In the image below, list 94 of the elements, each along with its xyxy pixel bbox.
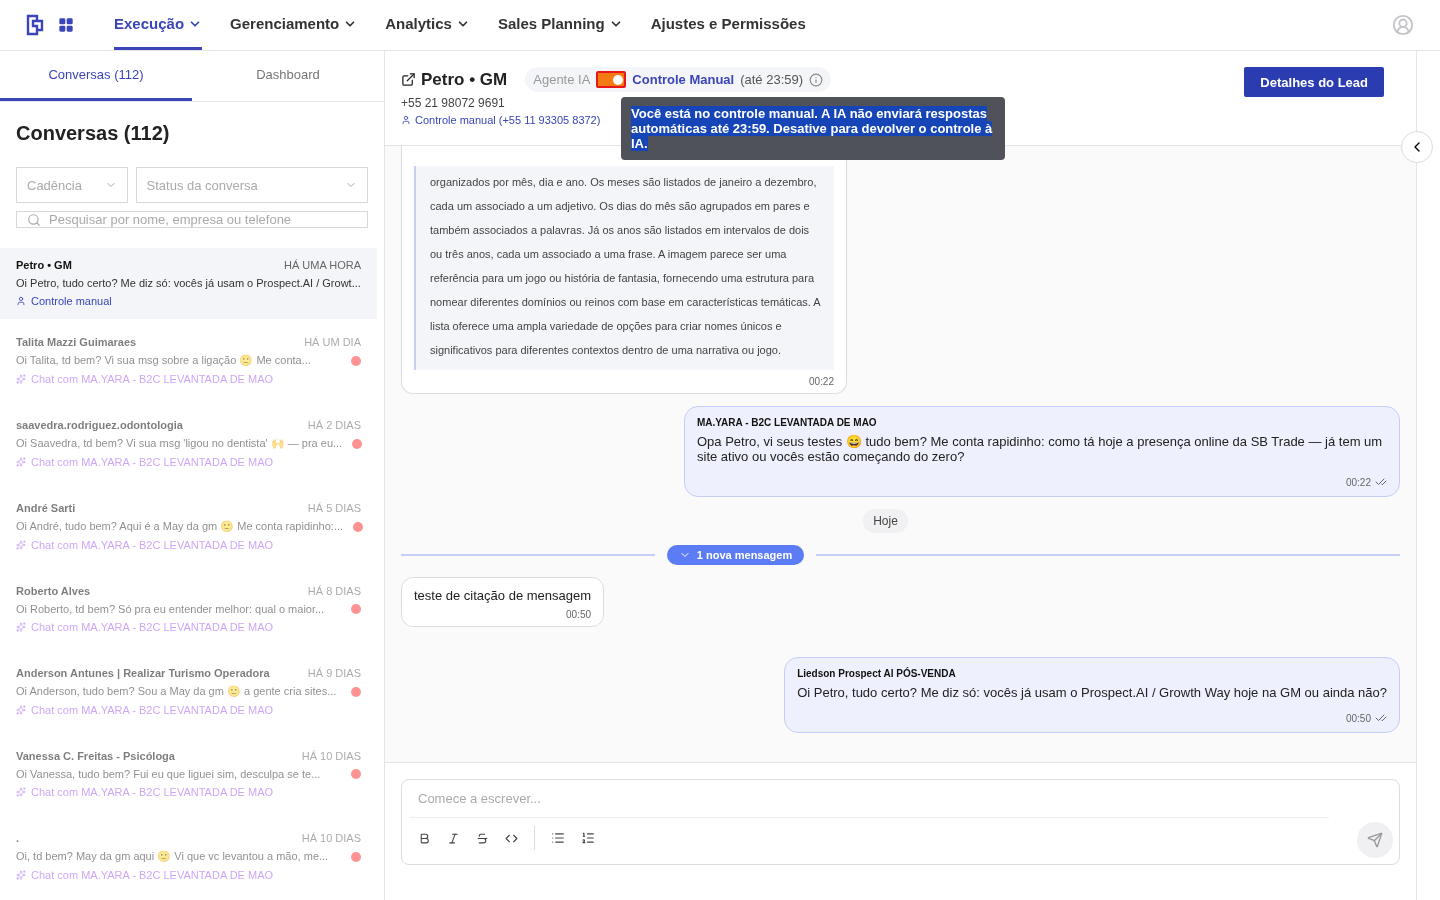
message-composer[interactable]: Comece a escrever... (401, 779, 1400, 865)
manual-label: Controle Manual (632, 72, 735, 87)
message-text: Opa Petro, vi seus testes 😄 tudo bem? Me conta rapidinho: como tá hoje a presença online da SB Trade — já tem um site ativo ou vocês estão começando do zero? (697, 434, 1384, 464)
send-button[interactable] (1357, 822, 1393, 858)
contact-name: Vanessa C. Freitas - Psicóloga (16, 750, 175, 762)
sparkle-icon (16, 374, 26, 384)
conversation-tag: Chat com MA.YARA - B2C LEVANTADA DE MAO (16, 373, 361, 385)
sparkle-icon (16, 540, 26, 550)
message-time: 00:50 (1345, 712, 1387, 724)
message-preview: Oi, td bem? May da gm aqui 🙂 Vi que vc levantou a mão, me... (16, 850, 329, 863)
sparkle-icon (16, 457, 26, 467)
sidebar-title: Conversas (112) (16, 122, 171, 145)
info-icon[interactable] (809, 72, 824, 87)
conversation-time: HÁ UM DIA (304, 336, 361, 348)
sidebar-tab[interactable]: Dashboard (192, 51, 384, 101)
conversation-item[interactable]: Petro • GM HÁ UMA HORA Oi Petro, tudo certo? Me diz só: vocês já usam o Prospect.AI / Growt... Controle manual (0, 248, 377, 319)
nav-tab[interactable]: Sales Planning (497, 0, 623, 50)
sparkle-icon (16, 622, 26, 632)
search-field[interactable]: Pesquisar por nome, empresa ou telefone (16, 211, 368, 228)
agent-label: Agente IA (533, 72, 591, 87)
conversation-tag: Chat com MA.YARA - B2C LEVANTADA DE MAO (16, 704, 361, 716)
sparkle-icon (16, 787, 26, 797)
conversation-item[interactable]: saavedra.rodriguez.odontologia HÁ 2 DIAS Oi Saavedra, td bem? Vi sua msg 'ligou no dentista' 🙌 — pra eu... Chat com MA.YARA - B2C LEVANTADA DE MAO (0, 408, 377, 480)
message-time: 00:22 (1345, 476, 1387, 488)
nav-tab[interactable]: Analytics (385, 0, 470, 50)
message-preview: Oi Saavedra, td bem? Vi sua msg 'ligou no dentista' 🙌 — pra eu... (16, 437, 343, 450)
contact-name: Petro • GM (16, 259, 72, 271)
conversation-item[interactable]: Talita Mazzi Guimaraes HÁ UM DIA Oi Talita, td bem? Vi sua msg sobre a ligação 🙂 Me conta... Chat com MA.YARA - B2C LEVANTADA DE MAO (0, 325, 377, 397)
conversation-time: HÁ 5 DIAS (307, 502, 361, 514)
contact-name: Roberto Alves (16, 585, 91, 597)
conversation-time: HÁ 10 DIAS (301, 832, 361, 844)
numbered-list-button[interactable] (581, 831, 595, 845)
person-icon (401, 115, 411, 125)
tooltip: Você está no controle manual. A IA não enviará respostas automáticas até 23:59. Desative para devolver o controle à IA. (621, 97, 1005, 160)
conversation-time: HÁ 9 DIAS (307, 667, 361, 679)
filter-select[interactable]: Cadência (16, 167, 128, 203)
conversation-tag: Chat com MA.YARA - B2C LEVANTADA DE MAO (16, 539, 361, 551)
person-icon (16, 296, 26, 306)
manual-toggle[interactable] (596, 71, 627, 88)
sidebar-tab[interactable]: Conversas (112) (0, 51, 192, 101)
message-time: 00:50 (566, 609, 592, 620)
search-icon (27, 212, 41, 227)
conversation-time: HÁ 10 DIAS (301, 750, 361, 762)
contact-name: Anderson Antunes | Realizar Turismo Operadora (16, 667, 270, 679)
conversation-time: HÁ 8 DIAS (307, 585, 361, 597)
contact-name: Talita Mazzi Guimaraes (16, 336, 137, 348)
message-preview: Oi André, tudo bem? Aqui é a May da gm 🙂 Me conta rapidinho:... (16, 520, 344, 533)
bullet-list-button[interactable] (551, 831, 565, 845)
conversation-tag: Chat com MA.YARA - B2C LEVANTADA DE MAO (16, 869, 361, 881)
new-message-button[interactable]: 1 nova mensagem (666, 545, 805, 565)
message-text: Oi Petro, tudo certo? Me diz só: vocês já usam o Prospect.AI / Growth Way hoje na GM ou ainda não? (797, 685, 1387, 700)
conversation-time: HÁ 2 DIAS (307, 419, 361, 431)
message-preview: Oi Petro, tudo certo? Me diz só: vocês já usam o Prospect.AI / Growt... (16, 277, 361, 289)
lead-details-button[interactable]: Detalhes do Lead (1244, 67, 1384, 97)
italic-button[interactable] (447, 831, 460, 845)
sparkle-icon (16, 705, 26, 715)
conversation-item[interactable]: Vanessa C. Freitas - Psicóloga HÁ 10 DIAS Oi Vanessa, tudo bem? Fui eu que liguei sim, desculpa se te... Chat com MA.YARA - B2C LEVANTADA DE MAO (0, 739, 377, 810)
contact-name: . (16, 832, 20, 844)
nav-tab[interactable]: Ajustes e Permissões (650, 0, 806, 50)
contact-title: Petro • GM (401, 69, 508, 90)
message-time: 00:22 (808, 376, 834, 387)
contact-name: André Sarti (16, 502, 76, 514)
conversation-tag: Chat com MA.YARA - B2C LEVANTADA DE MAO (16, 786, 361, 798)
message-preview: Oi Vanessa, tudo bem? Fui eu que liguei sim, desculpa se te... (16, 768, 321, 780)
message-preview: Oi Talita, td bem? Vi sua msg sobre a ligação 🙂 Me conta... (16, 354, 311, 367)
send-icon (1367, 832, 1383, 848)
contact-phone: +55 21 98072 9691 (401, 96, 506, 110)
nav-tab[interactable]: Gerenciamento (230, 0, 358, 50)
conversation-item[interactable]: Anderson Antunes | Realizar Turismo Operadora HÁ 9 DIAS Oi Anderson, tudo bem? Sou a May da gm 🙂 a gente cria sites... Chat com MA.YARA - B2C LEVANTADA DE MAO (0, 656, 377, 728)
contact-name: saavedra.rodriguez.odontologia (16, 419, 183, 431)
quoted-text: organizados por mês, dia e ano. Os meses são listados de janeiro a dezembro, cada um associado a um adjetivo. Os dias do mês são agrupados em pares e também associados a palavras. Já os anos são listados em intervalos de dois ou três anos, cada um associado a uma frase. A imagem parece ser uma referência para um jogo ou história de fantasia, fornecendo uma estrutura para nomear diferentes domínios ou reinos com base em características temáticas. A lista oferece uma ampla variedade de opções para criar nomes únicos e significativos para diferentes contextos dentro de uma narrativa ou jogo. (414, 166, 834, 370)
strikethrough-button[interactable] (476, 831, 489, 845)
date-chip: Hoje (863, 509, 908, 533)
conversation-time: HÁ UMA HORA (284, 259, 361, 271)
sender-name: Liedson Prospect AI PÓS-VENDA (797, 668, 957, 679)
message-preview: Oi Anderson, tudo bem? Sou a May da gm 🙂 a gente cria sites... (16, 685, 337, 698)
logo-icon (26, 14, 44, 36)
conversation-item[interactable]: . HÁ 10 DIAS Oi, td bem? May da gm aqui 🙂 Vi que vc levantou a mão, me... Chat com MA.YARA - B2C LEVANTADA DE MAO (0, 821, 377, 893)
sparkle-icon (16, 870, 26, 880)
collapse-button[interactable] (1401, 131, 1433, 163)
conversation-item[interactable]: André Sarti HÁ 5 DIAS Oi André, tudo bem? Aqui é a May da gm 🙂 Me conta rapidinho:... Chat com MA.YARA - B2C LEVANTADA DE MAO (0, 491, 377, 563)
conversation-tag: Controle manual (16, 295, 361, 307)
conversation-tag: Chat com MA.YARA - B2C LEVANTADA DE MAO (16, 456, 361, 468)
nav-tab[interactable]: Execução (114, 0, 203, 50)
sender-name: MA.YARA - B2C LEVANTADA DE MAO (697, 417, 878, 428)
message-preview: Oi Roberto, td bem? Só pra eu entender melhor: qual o maior... (16, 603, 325, 615)
message-text: teste de citação de mensagem (414, 588, 592, 603)
apps-grid-icon[interactable] (58, 17, 74, 33)
filter-select[interactable]: Status da conversa (135, 167, 368, 203)
conversation-tag: Chat com MA.YARA - B2C LEVANTADA DE MAO (16, 621, 361, 633)
manual-until: (até 23:59) (740, 72, 804, 87)
external-link-icon[interactable] (401, 72, 416, 87)
conversation-item[interactable]: Roberto Alves HÁ 8 DIAS Oi Roberto, td bem? Só pra eu entender melhor: qual o maior... Chat com MA.YARA - B2C LEVANTADA DE MAO (0, 574, 377, 645)
bold-button[interactable] (418, 831, 431, 845)
